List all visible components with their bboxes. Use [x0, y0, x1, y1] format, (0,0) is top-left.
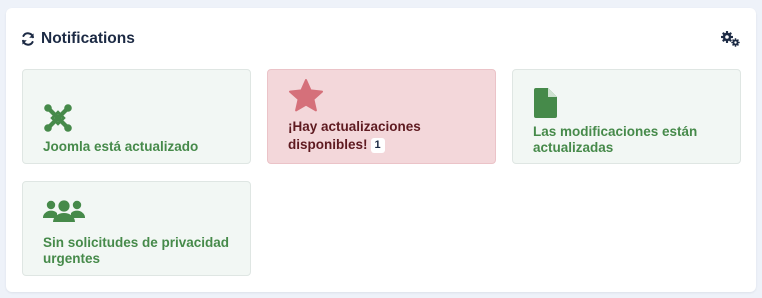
file-icon	[534, 88, 557, 118]
card-title: Notifications	[41, 30, 135, 47]
update-count-badge: 1	[370, 138, 385, 153]
card-header: Notifications	[20, 30, 135, 48]
refresh-icon	[22, 32, 34, 46]
tile-label: Sin solicitudes de privacidad urgentes	[43, 235, 230, 266]
tile-label: Joomla está actualizado	[43, 139, 199, 154]
star-icon	[289, 79, 323, 112]
tile-label: Las modificaciones están actualizadas	[533, 124, 698, 155]
joomla-icon	[44, 104, 72, 132]
tile-updates-available[interactable]: ¡Hay actualizaciones disponibles! 1	[267, 69, 496, 164]
tile-privacy-requests[interactable]: Sin solicitudes de privacidad urgentes	[22, 181, 251, 276]
tile-modifications[interactable]: Las modificaciones están actualizadas	[512, 69, 741, 164]
tile-label-text: ¡Hay actualizaciones disponibles!	[288, 119, 421, 152]
gears-icon[interactable]	[720, 30, 742, 48]
users-icon	[43, 200, 85, 222]
tile-joomla-status[interactable]: Joomla está actualizado	[22, 69, 251, 164]
notifications-card: Notifications Joomla está actualizado ¡H…	[6, 8, 756, 292]
tile-label: ¡Hay actualizaciones disponibles! 1	[288, 118, 483, 154]
